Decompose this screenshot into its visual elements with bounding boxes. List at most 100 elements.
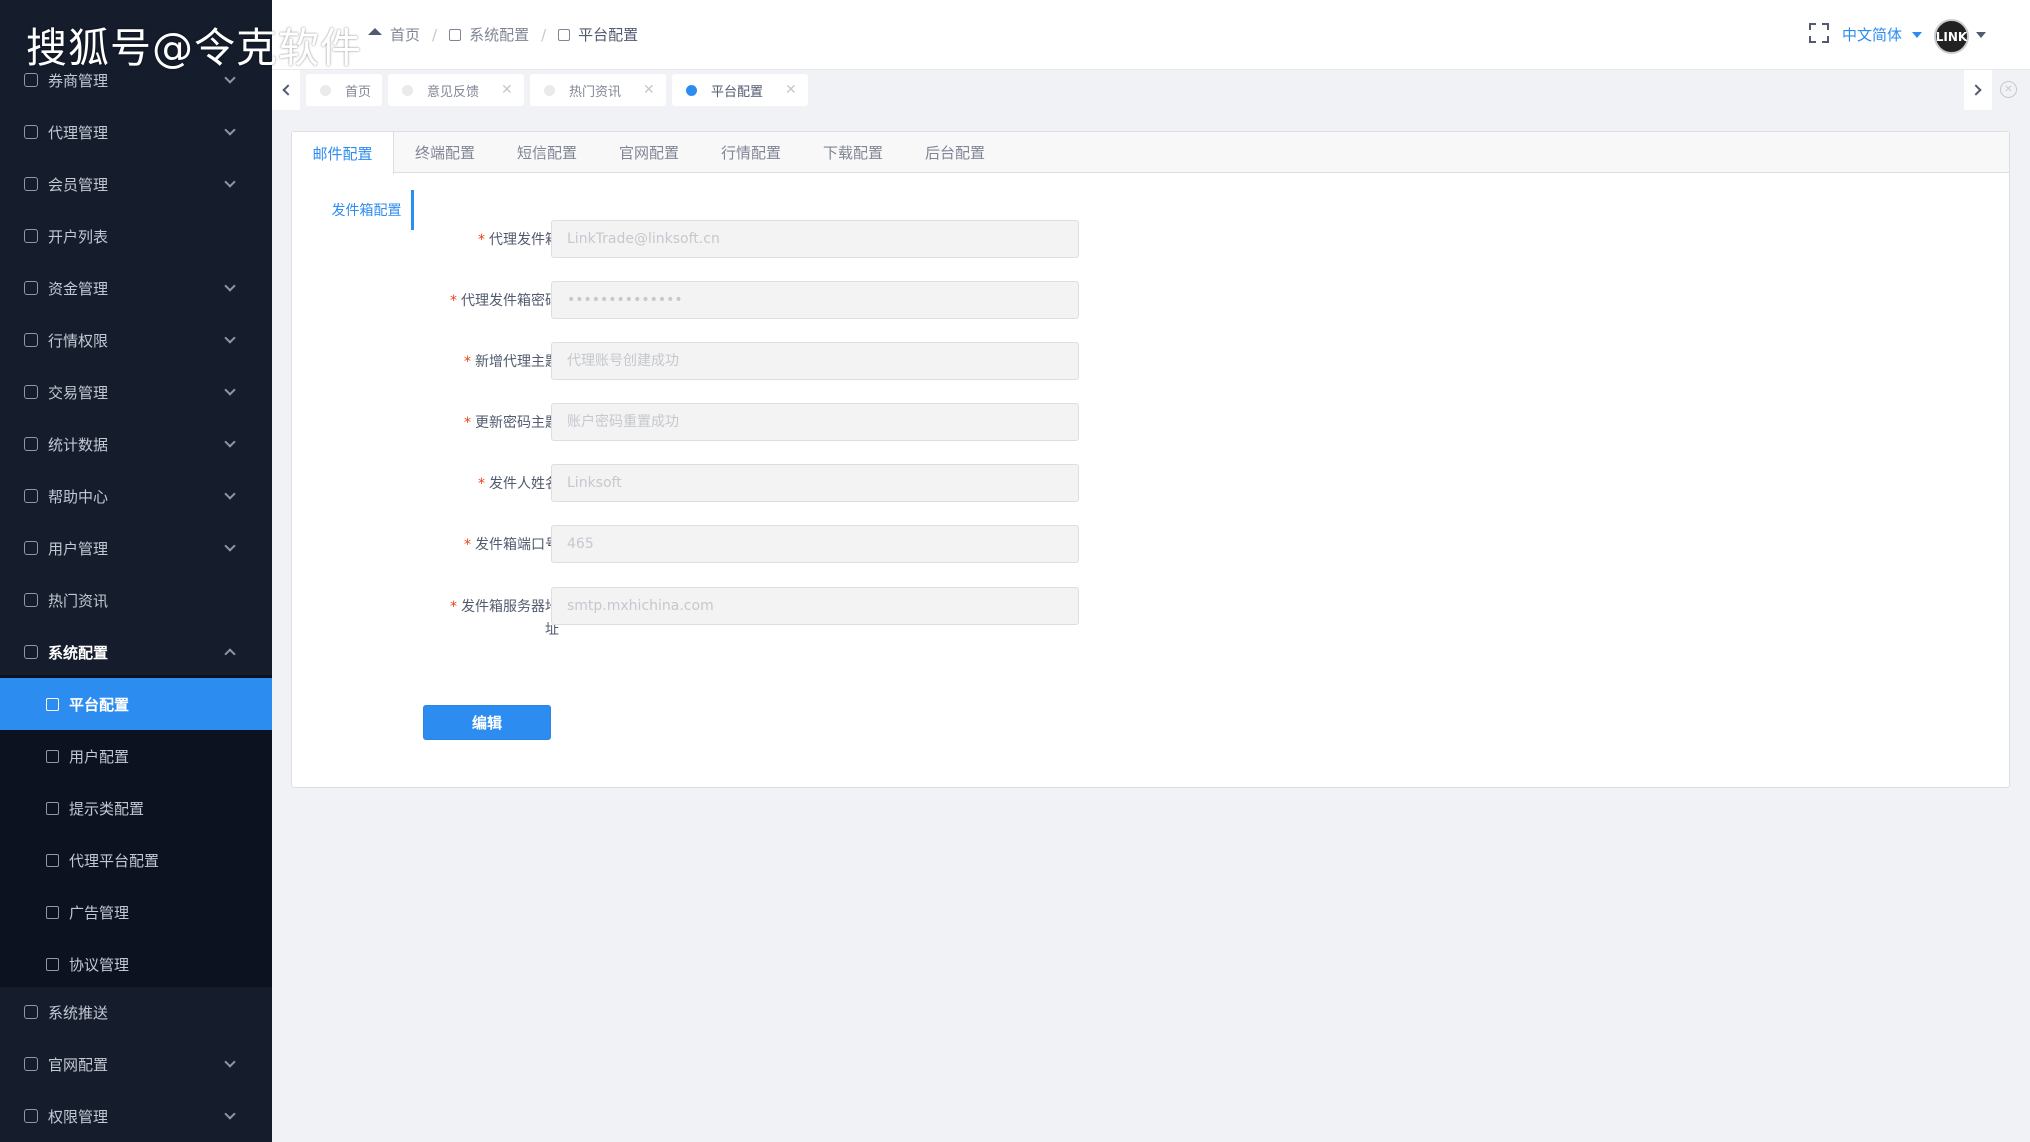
sidebar-item-account-list[interactable]: 开户列表 [0, 210, 272, 262]
sidebar-item-trade[interactable]: 交易管理 [0, 366, 272, 418]
sidebar-subitem-agreement[interactable]: 协议管理 [0, 938, 272, 990]
breadcrumb-home[interactable]: 首页 [390, 24, 420, 45]
sidebar-item-agent[interactable]: 代理管理 [0, 106, 272, 158]
sidebar-item-users[interactable]: 用户管理 [0, 522, 272, 574]
tabs-scroll-left-button[interactable] [272, 70, 300, 110]
sidebar-subitem-user-config[interactable]: 用户配置 [0, 730, 272, 782]
agent-email-password-input[interactable]: •••••••••••••• [551, 281, 1079, 319]
page-tab-news[interactable]: 热门资讯 ✕ [530, 74, 666, 106]
tab-backend-config[interactable]: 后台配置 [904, 132, 1006, 173]
sidebar-item-quote-permission[interactable]: 行情权限 [0, 314, 272, 366]
sender-name-input[interactable]: Linksoft [551, 464, 1079, 502]
sidebar-item-label: 开户列表 [48, 227, 109, 246]
breadcrumb-separator: / [541, 25, 547, 44]
monitor-icon [558, 28, 571, 41]
sidebar: 券商管理 代理管理 会员管理 开户列表 资金管理 行情权限 交易管理 统计数据 … [0, 0, 272, 1142]
sidebar-item-label: 热门资讯 [48, 591, 109, 610]
sidebar-item-funds[interactable]: 资金管理 [0, 262, 272, 314]
smtp-port-input[interactable]: 465 [551, 525, 1079, 563]
sidebar-item-help[interactable]: 帮助中心 [0, 470, 272, 522]
tab-quote-config[interactable]: 行情配置 [700, 132, 802, 173]
agent-email-input[interactable]: LinkTrade@linksoft.cn [551, 220, 1079, 258]
breadcrumb-system-config[interactable]: 系统配置 [469, 24, 529, 45]
form-row-smtp-port: * 发件箱端口号 465 [292, 525, 1092, 565]
language-select[interactable]: 中文简体 [1842, 24, 1923, 45]
form-row-new-agent-subject: * 新增代理主题 代理账号创建成功 [292, 342, 1092, 382]
sidebar-item-statistics[interactable]: 统计数据 [0, 418, 272, 470]
caret-down-icon [1912, 31, 1923, 38]
caret-down-icon[interactable] [1976, 32, 1986, 38]
avatar[interactable]: LINK [1934, 19, 1969, 54]
shield-icon [24, 1109, 38, 1123]
sidebar-item-label: 行情权限 [48, 331, 109, 350]
chevron-up-icon [224, 648, 236, 660]
page-tab-label: 热门资讯 [569, 84, 622, 100]
tabs-scroll-right-button[interactable] [1964, 70, 1992, 110]
trade-icon [24, 385, 38, 399]
sidebar-item-website-config[interactable]: 官网配置 [0, 1038, 272, 1090]
page-tab-home[interactable]: 首页 [306, 74, 382, 106]
close-icon[interactable]: ✕ [785, 82, 797, 98]
sidebar-item-label: 用户管理 [48, 539, 109, 558]
chart-icon [24, 437, 38, 451]
sidebar-item-label: 代理管理 [48, 123, 109, 142]
sidebar-item-system-push[interactable]: 系统推送 [0, 986, 272, 1038]
tab-email-config[interactable]: 邮件配置 [292, 132, 394, 174]
form-row-smtp-server: * 发件箱服务器地 址 smtp.mxhichina.com [292, 587, 1092, 647]
breadcrumb: 首页 / 系统配置 / 平台配置 [368, 24, 638, 45]
tab-status-dot [320, 84, 331, 96]
tab-download-config[interactable]: 下载配置 [802, 132, 904, 173]
list-icon [24, 229, 38, 243]
reset-password-subject-input[interactable]: 账户密码重置成功 [551, 403, 1079, 441]
chevron-down-icon [224, 435, 236, 448]
sidebar-subitem-label: 代理平台配置 [69, 851, 160, 870]
sidebar-item-system-config[interactable]: 系统配置 [0, 626, 272, 678]
sidebar-subitem-ad-management[interactable]: 广告管理 [0, 886, 272, 938]
sidebar-item-member[interactable]: 会员管理 [0, 158, 272, 210]
tab-terminal-config[interactable]: 终端配置 [394, 132, 496, 173]
sidebar-item-label: 权限管理 [48, 1107, 109, 1126]
field-label: * 发件人姓名 [478, 476, 559, 492]
sidebar-item-permissions[interactable]: 权限管理 [0, 1090, 272, 1142]
field-label: * 更新密码主题 [464, 415, 559, 431]
member-icon [24, 177, 38, 191]
breadcrumb-current: 平台配置 [578, 26, 639, 44]
tab-website-config[interactable]: 官网配置 [598, 132, 700, 173]
ad-icon [46, 905, 59, 919]
chevron-down-icon [224, 539, 236, 552]
chevron-down-icon [224, 175, 236, 188]
chevron-right-icon [1970, 84, 1982, 96]
fullscreen-icon[interactable] [1809, 23, 1829, 43]
settings-icon [24, 645, 38, 659]
field-label: * 新增代理主题 [464, 354, 559, 370]
sidebar-subitem-label: 协议管理 [69, 955, 130, 974]
page-tab-platform-config[interactable]: 平台配置 ✕ [672, 74, 808, 106]
field-label: * 发件箱端口号 [464, 537, 559, 553]
page-tab-label: 意见反馈 [427, 84, 480, 100]
edit-button[interactable]: 编辑 [423, 705, 551, 740]
user-config-icon [46, 749, 59, 763]
watermark-text: 搜狐号@令克软件 [26, 24, 362, 72]
broker-icon [24, 73, 38, 87]
close-all-tabs-icon[interactable]: ✕ [2000, 81, 2017, 98]
settings-icon [449, 28, 462, 41]
sidebar-subitem-prompt-config[interactable]: 提示类配置 [0, 782, 272, 834]
smtp-server-input[interactable]: smtp.mxhichina.com [551, 587, 1079, 625]
top-header: 首页 / 系统配置 / 平台配置 中文简体 LINK [272, 0, 2030, 70]
sidebar-subitem-label: 用户配置 [69, 747, 130, 766]
language-label: 中文简体 [1842, 26, 1903, 44]
page-tab-feedback[interactable]: 意见反馈 ✕ [388, 74, 524, 106]
sidebar-item-news[interactable]: 热门资讯 [0, 574, 272, 626]
chevron-left-icon [282, 84, 294, 96]
tab-sms-config[interactable]: 短信配置 [496, 132, 598, 173]
sidebar-subitem-platform-config[interactable]: 平台配置 [0, 678, 272, 730]
close-icon[interactable]: ✕ [643, 82, 655, 98]
close-icon[interactable]: ✕ [501, 82, 513, 98]
help-icon [24, 489, 38, 503]
sidebar-item-label: 系统配置 [48, 643, 109, 662]
form-row-agent-email: * 代理发件箱 LinkTrade@linksoft.cn [292, 220, 1092, 260]
new-agent-subject-input[interactable]: 代理账号创建成功 [551, 342, 1079, 380]
sidebar-subitem-agent-platform-config[interactable]: 代理平台配置 [0, 834, 272, 886]
chevron-down-icon [224, 1107, 236, 1120]
page-tab-label: 平台配置 [711, 84, 764, 100]
